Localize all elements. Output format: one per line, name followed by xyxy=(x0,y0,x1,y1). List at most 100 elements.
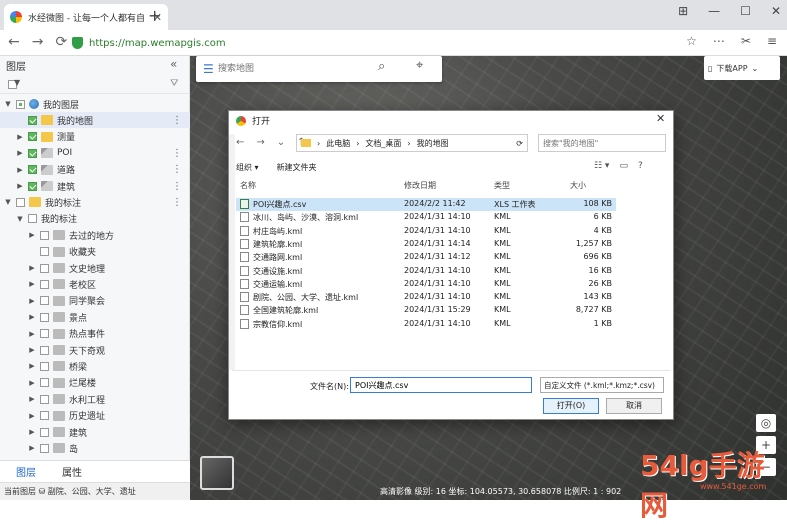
minimize-icon[interactable]: — xyxy=(708,4,720,18)
tree-row[interactable]: ▼ 我的图层 xyxy=(0,96,190,112)
path-breadcrumb[interactable]: › 此电脑 › 文档_桌面 › 我的地图 ⟳ xyxy=(296,134,528,152)
new-tab-button[interactable]: + xyxy=(148,6,161,25)
new-folder-button[interactable]: 新建文件夹 xyxy=(277,162,317,173)
caret-right-icon[interactable]: ▶ xyxy=(16,166,24,174)
layer-checkbox[interactable] xyxy=(40,345,49,355)
basemap-switcher[interactable] xyxy=(200,456,234,490)
forward-icon[interactable]: → xyxy=(256,137,264,148)
caret-down-icon[interactable]: ▼ xyxy=(4,100,12,108)
caret-right-icon[interactable]: ▶ xyxy=(28,395,36,403)
refresh-icon[interactable]: ⟳ xyxy=(516,139,523,148)
layer-checkbox[interactable] xyxy=(28,115,37,125)
menu-icon[interactable]: ≡ xyxy=(767,34,777,48)
caret-right-icon[interactable]: ▶ xyxy=(28,444,36,452)
tree-row[interactable]: ▶ 道路 ⋮ xyxy=(0,162,190,178)
caret-right-icon[interactable]: ▶ xyxy=(28,346,36,354)
breadcrumb-item[interactable]: 此电脑 xyxy=(326,138,350,149)
more-dots-icon[interactable]: ⋯ xyxy=(713,34,725,48)
file-row[interactable]: 剧院、公园、大学、遗址.kml 2024/1/31 14:10 KML 143 KB xyxy=(236,291,616,304)
tree-row[interactable]: ▶ POI ⋮ xyxy=(0,145,190,161)
tree-row[interactable]: ▶ 同学聚会 xyxy=(0,293,190,309)
open-button[interactable]: 打开(O) xyxy=(543,398,599,414)
file-row[interactable]: 交通设施.kml 2024/1/31 14:10 KML 16 KB xyxy=(236,265,616,278)
browser-tab[interactable]: 水经微图 - 让每一个人都有自 ✕ xyxy=(4,4,168,30)
caret-right-icon[interactable]: ▶ xyxy=(28,313,36,321)
layer-checkbox[interactable] xyxy=(40,329,49,339)
search-menu-icon[interactable]: ☰ xyxy=(203,62,214,76)
caret-right-icon[interactable]: ▶ xyxy=(28,264,36,272)
breadcrumb-item[interactable]: 我的地图 xyxy=(417,138,449,149)
tree-row[interactable]: ▶ 桥梁 xyxy=(0,358,190,374)
caret-right-icon[interactable]: ▶ xyxy=(28,428,36,436)
tree-row[interactable]: ▼ 我的标注 ⋮ xyxy=(0,194,190,210)
col-name[interactable]: 名称 xyxy=(240,180,256,191)
tree-row[interactable]: 收藏夹 xyxy=(0,244,190,260)
filetype-select[interactable]: 自定义文件 (*.kml;*.kmz;*.csv) xyxy=(540,377,664,393)
tree-row[interactable]: ▶ 老校区 xyxy=(0,276,190,292)
layer-checkbox[interactable] xyxy=(28,214,37,224)
caret-right-icon[interactable]: ▶ xyxy=(28,379,36,387)
caret-right-icon[interactable]: ▶ xyxy=(28,362,36,370)
map-search-input[interactable] xyxy=(218,61,368,77)
caret-right-icon[interactable]: ▶ xyxy=(28,231,36,239)
breadcrumb-item[interactable]: 文档_桌面 xyxy=(365,138,401,149)
file-row[interactable]: 宗教信仰.kml 2024/1/31 14:10 KML 1 KB xyxy=(236,318,616,331)
dialog-close-icon[interactable]: ✕ xyxy=(656,112,665,125)
tree-row[interactable]: ▶ 岛 xyxy=(0,440,190,456)
tree-row[interactable]: ▶ 天下奇观 xyxy=(0,342,190,358)
caret-right-icon[interactable]: ▶ xyxy=(28,280,36,288)
view-mode-icon[interactable]: ☷ ▾ xyxy=(594,161,609,171)
layer-checkbox[interactable] xyxy=(40,411,49,421)
layer-checkbox[interactable] xyxy=(40,443,49,453)
window-menu-icon[interactable]: ⊞ xyxy=(678,4,688,18)
back-icon[interactable]: ← xyxy=(236,137,244,148)
layer-checkbox[interactable] xyxy=(40,427,49,437)
caret-down-icon[interactable]: ▼ xyxy=(16,215,24,223)
file-row[interactable]: 建筑轮廓.kml 2024/1/31 14:14 KML 1,257 KB xyxy=(236,238,616,251)
tree-row[interactable]: ▶ 建筑 ⋮ xyxy=(0,178,190,194)
caret-right-icon[interactable]: ▶ xyxy=(16,182,24,190)
layer-checkbox[interactable] xyxy=(16,99,25,109)
tab-properties[interactable]: 属性 xyxy=(62,464,82,479)
caret-right-icon[interactable]: ▶ xyxy=(28,330,36,338)
organize-button[interactable]: 组织 ▾ xyxy=(236,162,259,173)
caret-right-icon[interactable]: ▶ xyxy=(16,133,24,141)
help-icon[interactable]: ? xyxy=(638,161,643,171)
file-row[interactable]: 交通路网.kml 2024/1/31 14:12 KML 696 KB xyxy=(236,251,616,264)
tree-row[interactable]: ▶ 热点事件 xyxy=(0,326,190,342)
close-window-icon[interactable]: ✕ xyxy=(771,4,781,18)
layer-checkbox[interactable] xyxy=(40,312,49,322)
col-type[interactable]: 类型 xyxy=(494,180,510,191)
tree-row[interactable]: ▶ 去过的地方 xyxy=(0,227,190,243)
maximize-icon[interactable]: ☐ xyxy=(740,4,751,18)
dialog-search-input[interactable] xyxy=(538,134,666,152)
location-pin-icon[interactable]: ⌖ xyxy=(416,58,423,73)
file-row[interactable]: 交通运输.kml 2024/1/31 14:10 KML 26 KB xyxy=(236,278,616,291)
search-icon[interactable]: ⌕ xyxy=(378,59,385,74)
layer-checkbox[interactable] xyxy=(40,394,49,404)
layer-checkbox[interactable] xyxy=(40,378,49,388)
layer-checkbox[interactable] xyxy=(40,230,49,240)
cancel-button[interactable]: 取消 xyxy=(606,398,662,414)
tree-row[interactable]: ▶ 历史遗址 xyxy=(0,408,190,424)
tree-row[interactable]: ▶ 建筑 xyxy=(0,424,190,440)
tree-row[interactable]: ▶ 烂尾楼 xyxy=(0,375,190,391)
collapse-panel-icon[interactable]: « xyxy=(170,57,177,71)
layer-checkbox[interactable] xyxy=(16,197,25,207)
caret-down-icon[interactable]: ▼ xyxy=(4,198,12,206)
caret-right-icon[interactable]: ▶ xyxy=(28,412,36,420)
layer-checkbox[interactable] xyxy=(40,361,49,371)
file-row[interactable]: 全国建筑轮廓.kml 2024/1/31 15:29 KML 8,727 KB xyxy=(236,304,616,317)
filter-icon[interactable]: ⛛ xyxy=(170,78,178,89)
file-row[interactable]: POI兴趣点.csv 2024/2/2 11:42 XLS 工作表 108 KB xyxy=(236,198,616,211)
url-field[interactable]: https://map.wemapgis.com xyxy=(72,33,672,53)
layer-checkbox[interactable] xyxy=(40,263,49,273)
forward-icon[interactable]: → xyxy=(32,34,44,50)
more-options-icon[interactable]: ⋮ xyxy=(172,115,182,126)
tree-row[interactable]: ▼ 我的标注 xyxy=(0,211,190,227)
filename-input[interactable] xyxy=(350,377,532,393)
back-icon[interactable]: ← xyxy=(8,34,20,50)
layer-checkbox[interactable] xyxy=(40,296,49,306)
file-row[interactable]: 冰川、岛屿、沙漠、溶洞.kml 2024/1/31 14:10 KML 6 KB xyxy=(236,211,616,224)
layer-checkbox[interactable] xyxy=(28,148,37,158)
